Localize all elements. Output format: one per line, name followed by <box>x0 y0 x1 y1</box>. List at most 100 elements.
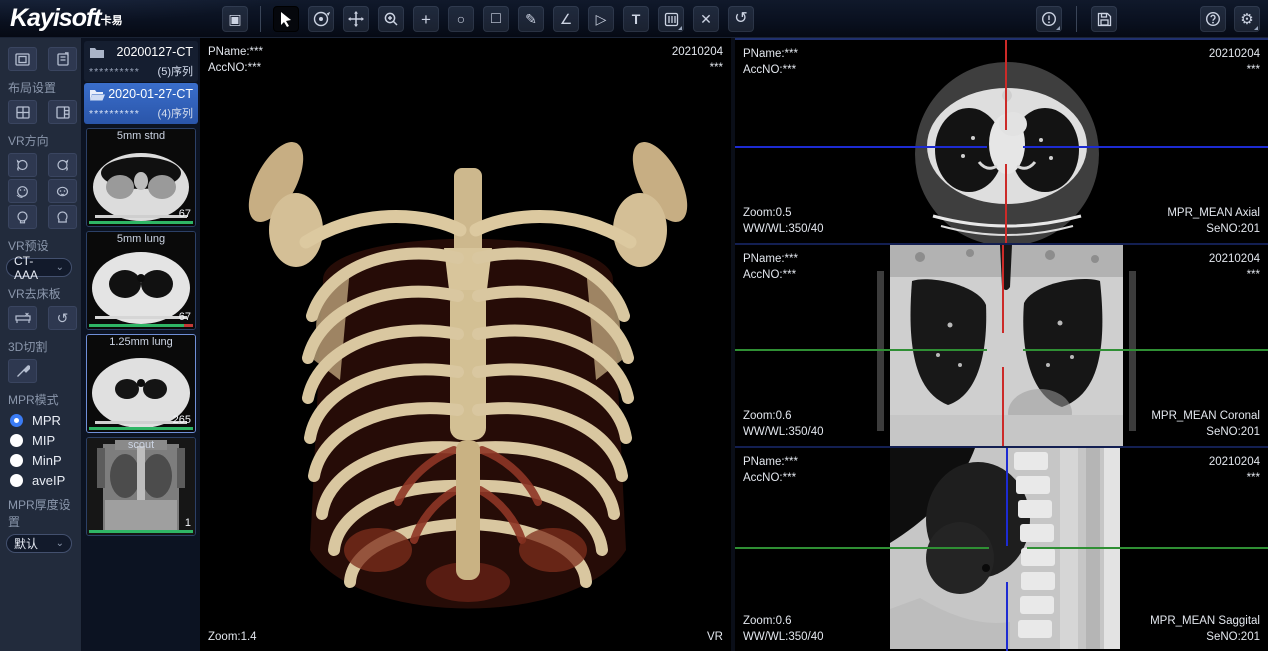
delete-annotation-icon[interactable]: ✕ <box>693 6 719 32</box>
mpr-coronal-viewport[interactable]: PName:*** AccNO:*** 20210204 *** Zoom:0.… <box>735 245 1268 448</box>
toolbar-far-right: ⚙ <box>1200 6 1260 32</box>
mpr-mode-option-mpr[interactable]: MPR <box>10 413 81 428</box>
zoom-factor: Zoom:1.4 <box>208 629 257 645</box>
chevron-down-icon: ⌄ <box>56 262 64 273</box>
crosshair-v-red[interactable] <box>1002 245 1004 333</box>
mpr-thickness-select[interactable]: 默认 ⌄ <box>6 534 72 553</box>
patient-masked-name: ********** <box>89 66 140 78</box>
accession-number: AccNO:*** <box>743 267 798 283</box>
settings-gear-icon[interactable]: ⚙ <box>1234 6 1260 32</box>
vr-head-face-icon[interactable] <box>48 179 77 203</box>
thumbnail-label: 5mm stnd <box>87 130 195 142</box>
crosshair-h-green[interactable] <box>735 349 987 351</box>
crosshair-h-green[interactable] <box>735 547 989 549</box>
sagittal-overlay-top-right: 20210204 *** <box>1209 454 1260 486</box>
crosshair-v-red[interactable] <box>1002 367 1004 446</box>
crosshair-v-red[interactable] <box>1005 164 1007 243</box>
vr-preset-select[interactable]: CT-AAA ⌄ <box>6 258 72 277</box>
thumbnail-image-count: 1 <box>185 517 191 529</box>
vr-head-left-icon[interactable] <box>8 153 37 177</box>
study-date: 20210204 <box>1209 46 1260 62</box>
thumbnail-label: 1.25mm lung <box>87 336 195 348</box>
crosshair-icon[interactable]: + <box>413 6 439 32</box>
remove-bed-icon[interactable] <box>8 306 37 330</box>
study-date: 20210204 <box>1209 251 1260 267</box>
patient-name: PName:*** <box>208 44 263 60</box>
crosshair-h-blue[interactable] <box>735 146 987 148</box>
rect-roi-icon[interactable]: □ <box>483 6 509 32</box>
window-level-value: WW/WL:350/40 <box>743 629 824 645</box>
crosshair-v-blue[interactable] <box>1006 582 1008 651</box>
select-cursor-icon[interactable] <box>273 6 299 32</box>
masked-value: *** <box>1209 267 1260 283</box>
thumbnail-image-count: 67 <box>179 311 191 323</box>
series-thumbnail-5mm-stnd[interactable]: 5mm stnd 67 <box>86 128 196 227</box>
reset-view-icon[interactable]: ↺ <box>728 6 754 32</box>
study-item[interactable]: 20200127-CT ********** (5)序列 <box>84 41 198 82</box>
dropdown-corner <box>1254 26 1258 30</box>
toolbar-mid-right <box>1036 6 1117 32</box>
view-type-label: MPR_MEAN Saggital <box>1150 613 1260 629</box>
study-date: 20210204 <box>1209 454 1260 470</box>
crosshair-v-red[interactable] <box>1005 40 1007 130</box>
axial-overlay-top-left: PName:*** AccNO:*** <box>743 46 798 78</box>
scalpel-icon[interactable] <box>8 359 37 383</box>
vr-head-front-icon[interactable] <box>48 205 77 229</box>
zoom-in-icon[interactable] <box>378 6 404 32</box>
vr-head-right-icon[interactable] <box>48 153 77 177</box>
angle-measure-icon[interactable]: ∠ <box>553 6 579 32</box>
toolbar-separator <box>1076 6 1077 32</box>
rotate-3d-icon[interactable] <box>308 6 334 32</box>
series-thumbnail-scout[interactable]: scout 1 <box>86 437 196 536</box>
thumbnail-image-count: 265 <box>173 414 191 426</box>
help-icon[interactable] <box>1200 6 1226 32</box>
folder-icon <box>89 46 105 59</box>
cobb-angle-icon[interactable]: ▷ <box>588 6 614 32</box>
vr-head-back-icon[interactable] <box>8 205 37 229</box>
patient-name: PName:*** <box>743 46 798 62</box>
pan-icon[interactable] <box>343 6 369 32</box>
text-annotation-icon[interactable]: T <box>623 6 649 32</box>
view-type-label: VR <box>707 629 723 645</box>
info-icon[interactable] <box>1036 6 1062 32</box>
bed-reset-icon[interactable]: ↺ <box>48 306 77 330</box>
crosshair-h-blue[interactable] <box>1023 146 1268 148</box>
mpr-mode-option-minp[interactable]: MinP <box>10 453 81 468</box>
thumbnail-label: scout <box>87 439 195 451</box>
mpr-mode-option-mip[interactable]: MIP <box>10 433 81 448</box>
arm-sliver <box>877 271 884 431</box>
layout-grid-icon[interactable] <box>8 100 37 124</box>
save-icon[interactable] <box>1091 6 1117 32</box>
series-browse-icon[interactable]: ▣ <box>222 6 248 32</box>
series-number: SeNO:201 <box>1167 221 1260 237</box>
crosshair-v-blue[interactable] <box>1006 448 1008 546</box>
load-progress-bar <box>89 530 193 533</box>
radio-icon <box>10 454 23 467</box>
study-title: 2020-01-27-CT <box>108 87 193 101</box>
measure-pencil-icon[interactable]: ✎ <box>518 6 544 32</box>
arm-sliver <box>1129 271 1136 431</box>
series-thumbnail-5mm-lung[interactable]: 5mm lung 67 <box>86 231 196 330</box>
crosshair-h-green[interactable] <box>1027 547 1268 549</box>
dropdown-corner <box>1056 26 1060 30</box>
report-panel-icon[interactable] <box>48 47 77 71</box>
vr-viewport[interactable]: PName:*** AccNO:*** 20210204 *** Zoom:1.… <box>200 38 735 651</box>
toolbar-separator <box>260 6 261 32</box>
zoom-factor: Zoom:0.5 <box>743 205 824 221</box>
window-level-icon[interactable] <box>658 6 684 32</box>
layout-split-icon[interactable] <box>48 100 77 124</box>
axial-overlay-top-right: 20210204 *** <box>1209 46 1260 78</box>
patient-name: PName:*** <box>743 454 798 470</box>
series-thumbnail-125mm-lung[interactable]: 1.25mm lung 265 <box>86 334 196 433</box>
mpr-axial-viewport[interactable]: PName:*** AccNO:*** 20210204 *** Zoom:0.… <box>735 38 1268 245</box>
mpr-mode-option-aveip[interactable]: aveIP <box>10 473 81 488</box>
vr-overlay-bottom-right: VR <box>707 629 723 645</box>
crosshair-h-green[interactable] <box>1023 349 1268 351</box>
study-item-selected[interactable]: 2020-01-27-CT ********** (4)序列 <box>84 83 198 124</box>
ellipse-roi-icon[interactable]: ○ <box>448 6 474 32</box>
progress-error-tip <box>184 324 193 327</box>
masked-value: *** <box>1209 62 1260 78</box>
panel-toggle-icon[interactable] <box>8 47 37 71</box>
vr-head-top-icon[interactable] <box>8 179 37 203</box>
mpr-sagittal-viewport[interactable]: PName:*** AccNO:*** 20210204 *** Zoom:0.… <box>735 448 1268 651</box>
